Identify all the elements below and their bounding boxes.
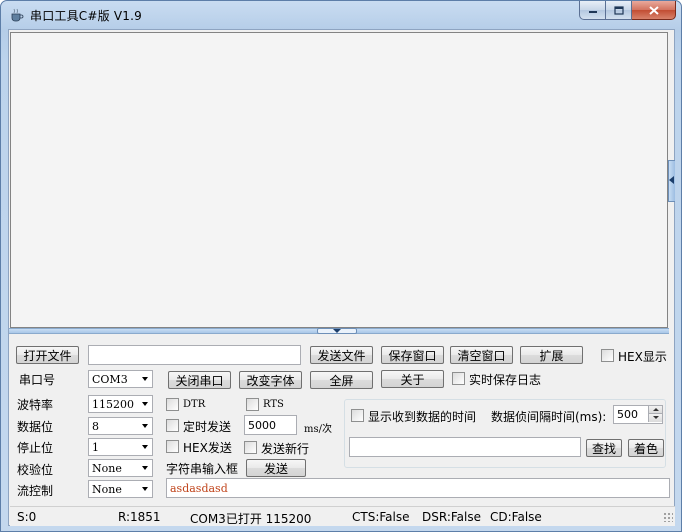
client-area: 打开文件 发送文件 保存窗口 清空窗口 扩展 HEX显示 串口号 COM3 关闭… bbox=[8, 29, 675, 526]
change-font-button[interactable]: 改变字体 bbox=[239, 371, 302, 389]
realtime-log-checkbox[interactable] bbox=[452, 372, 465, 385]
dropdown-arrow-icon bbox=[142, 445, 148, 449]
open-file-button[interactable]: 打开文件 bbox=[16, 346, 79, 364]
send-file-button[interactable]: 发送文件 bbox=[310, 346, 373, 364]
dropdown-arrow-icon bbox=[142, 402, 148, 406]
show-time-checkbox[interactable] bbox=[351, 409, 364, 422]
hex-display-checkbox[interactable] bbox=[601, 349, 614, 362]
resize-grip-icon[interactable] bbox=[663, 512, 673, 522]
hex-send-checkbox[interactable] bbox=[166, 440, 179, 453]
expand-button[interactable]: 扩展 bbox=[520, 346, 583, 364]
sent-count: S:0 bbox=[17, 510, 37, 524]
dropdown-arrow-icon bbox=[142, 377, 148, 381]
parity-value: None bbox=[92, 461, 122, 475]
find-button[interactable]: 查找 bbox=[586, 439, 622, 457]
save-window-button[interactable]: 保存窗口 bbox=[381, 346, 444, 364]
file-path-input[interactable] bbox=[88, 345, 301, 365]
port-label: 串口号 bbox=[19, 373, 56, 387]
search-input[interactable] bbox=[349, 437, 581, 457]
databits-label: 数据位 bbox=[17, 420, 54, 434]
baud-label: 波特率 bbox=[17, 398, 54, 412]
hex-display-label: HEX显示 bbox=[618, 350, 667, 364]
realtime-log-label: 实时保存日志 bbox=[469, 373, 542, 387]
flow-label: 流控制 bbox=[17, 484, 54, 498]
timed-send-label: 定时发送 bbox=[183, 420, 232, 434]
rts-label: RTS bbox=[263, 399, 284, 410]
port-state: COM3已打开 115200 bbox=[190, 512, 312, 526]
spin-down-icon[interactable] bbox=[648, 414, 662, 422]
port-select[interactable]: COM3 bbox=[88, 370, 153, 388]
app-window: 串口工具C#版 V1.9 打开文件 发送文件 保存窗口 清空窗口 扩展 HEX显… bbox=[0, 0, 682, 532]
maximize-button[interactable] bbox=[606, 1, 632, 20]
parity-label: 校验位 bbox=[17, 463, 54, 477]
close-button[interactable] bbox=[632, 1, 676, 20]
databits-select[interactable]: 8 bbox=[88, 417, 153, 435]
maximize-icon bbox=[613, 5, 624, 15]
about-button[interactable]: 关于 bbox=[381, 370, 444, 388]
chevron-left-icon bbox=[669, 176, 674, 184]
received-count: R:1851 bbox=[118, 510, 161, 524]
baud-value: 115200 bbox=[92, 397, 134, 411]
minimize-button[interactable] bbox=[579, 1, 606, 20]
title-bar[interactable]: 串口工具C#版 V1.9 bbox=[1, 1, 681, 29]
spin-up-icon[interactable] bbox=[648, 406, 662, 414]
send-newline-checkbox[interactable] bbox=[244, 441, 257, 454]
dropdown-arrow-icon bbox=[142, 424, 148, 428]
stopbits-select[interactable]: 1 bbox=[88, 438, 153, 456]
dropdown-arrow-icon bbox=[142, 466, 148, 470]
timed-send-checkbox[interactable] bbox=[166, 419, 179, 432]
cts-status: CTS:False bbox=[352, 510, 410, 524]
dtr-label: DTR bbox=[183, 399, 206, 410]
receive-textbox[interactable] bbox=[10, 32, 668, 328]
databits-value: 8 bbox=[92, 419, 99, 433]
frame-interval-spinner[interactable]: 500 bbox=[613, 405, 663, 424]
stopbits-value: 1 bbox=[92, 440, 99, 454]
dsr-status: DSR:False bbox=[422, 510, 481, 524]
close-port-button[interactable]: 关闭串口 bbox=[168, 371, 231, 389]
send-button[interactable]: 发送 bbox=[246, 459, 306, 477]
fullscreen-button[interactable]: 全屏 bbox=[310, 371, 373, 389]
cd-status: CD:False bbox=[490, 510, 542, 524]
rts-checkbox[interactable] bbox=[246, 398, 259, 411]
clear-window-button[interactable]: 清空窗口 bbox=[450, 346, 513, 364]
color-button[interactable]: 着色 bbox=[628, 439, 664, 457]
stopbits-label: 停止位 bbox=[17, 441, 54, 455]
string-input-label: 字符串输入框 bbox=[166, 462, 239, 476]
frame-interval-label: 数据侦间隔时间(ms): bbox=[491, 410, 607, 424]
status-bar: S:0 R:1851 COM3已打开 115200 CTS:False DSR:… bbox=[10, 506, 675, 526]
close-icon bbox=[648, 5, 659, 15]
flow-select[interactable]: None bbox=[88, 480, 153, 498]
dtr-checkbox[interactable] bbox=[166, 398, 179, 411]
chevron-down-icon bbox=[333, 329, 341, 333]
coffee-cup-icon bbox=[11, 8, 24, 22]
parity-select[interactable]: None bbox=[88, 459, 153, 477]
flow-value: None bbox=[92, 482, 122, 496]
baud-select[interactable]: 115200 bbox=[88, 395, 153, 413]
port-value: COM3 bbox=[92, 372, 128, 386]
dropdown-arrow-icon bbox=[142, 487, 148, 491]
send-input[interactable]: asdasdasd bbox=[166, 478, 670, 498]
window-title: 串口工具C#版 V1.9 bbox=[30, 9, 142, 23]
interval-unit: ms/次 bbox=[304, 424, 332, 435]
minimize-icon bbox=[588, 11, 597, 13]
send-newline-label: 发送新行 bbox=[261, 442, 310, 456]
frame-interval-value: 500 bbox=[617, 408, 638, 421]
caption-buttons bbox=[579, 1, 676, 21]
hex-send-label: HEX发送 bbox=[183, 441, 232, 455]
show-time-label: 显示收到数据的时间 bbox=[368, 410, 477, 424]
interval-input[interactable]: 5000 bbox=[244, 415, 297, 435]
